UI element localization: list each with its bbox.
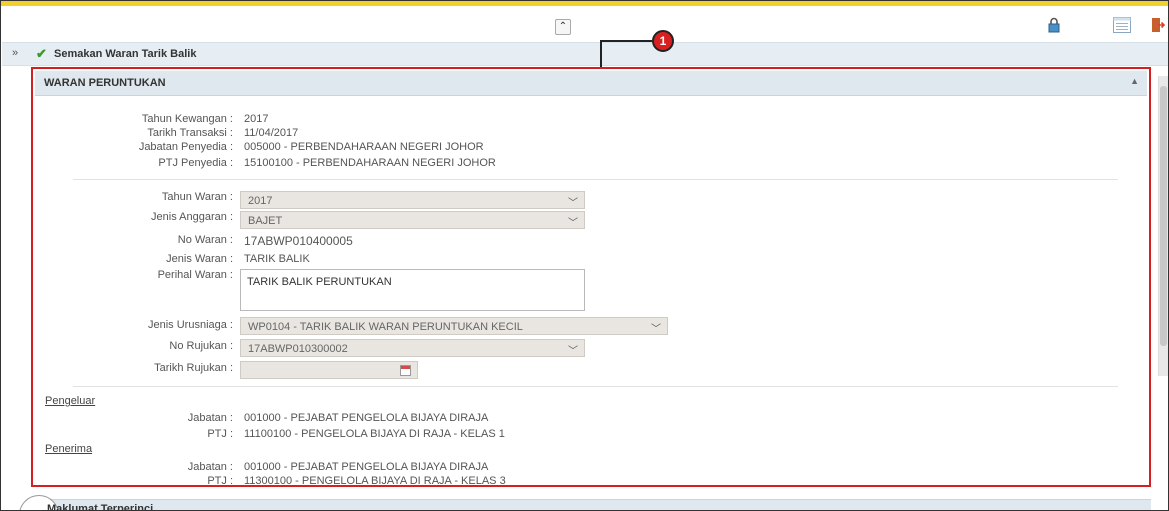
chevron-down-icon: ﹀	[568, 198, 578, 209]
jenis-waran-value: TARIK BALIK	[244, 253, 310, 265]
no-waran-value: 17ABWP010400005	[244, 234, 353, 248]
tahun-kewangan-label: Tahun Kewangan :	[141, 113, 233, 125]
callout-leader-line	[600, 40, 652, 42]
jenis-urusniaga-label: Jenis Urusniaga :	[148, 319, 233, 331]
app-frame: ⌃ » ✔ Semakan Waran Tarik Balik 1 WARAN …	[0, 0, 1169, 511]
lock-icon[interactable]	[1047, 17, 1061, 36]
penerima-ptj-value: 11300100 - PENGELOLA BIJAYA DI RAJA - KE…	[244, 475, 506, 487]
ptj-penyedia-label: PTJ Penyedia :	[158, 157, 233, 169]
penerima-jabatan-label: Jabatan :	[187, 461, 233, 473]
jenis-anggaran-label: Jenis Anggaran :	[151, 211, 233, 223]
scrollbar-thumb[interactable]	[1160, 86, 1167, 346]
collapse-caret-icon[interactable]: ▲	[1130, 76, 1139, 86]
tarikh-rujukan-label: Tarikh Rujukan :	[154, 362, 233, 374]
pengeluar-jabatan-value: 001000 - PEJABAT PENGELOLA BIJAYA DIRAJA	[244, 412, 489, 424]
exit-icon[interactable]	[1151, 17, 1166, 36]
calendar-icon[interactable]	[400, 365, 411, 376]
panel-title: WARAN PERUNTUKAN	[44, 77, 166, 89]
penerima-jabatan-value: 001000 - PEJABAT PENGELOLA BIJAYA DIRAJA	[244, 461, 489, 473]
ptj-penyedia-value: 15100100 - PERBENDAHARAAN NEGERI JOHOR	[244, 157, 496, 169]
jenis-urusniaga-select[interactable]: WP0104 - TARIK BALIK WARAN PERUNTUKAN KE…	[240, 317, 668, 335]
chevron-down-icon: ﹀	[568, 218, 578, 229]
tahun-waran-select[interactable]: 2017 ﹀	[240, 191, 585, 209]
maklumat-terperinci-header[interactable]: Maklumat Terperinci	[19, 495, 1151, 511]
breadcrumb: » ✔ Semakan Waran Tarik Balik	[2, 42, 1168, 66]
jenis-waran-label: Jenis Waran :	[166, 253, 233, 265]
divider	[73, 386, 1118, 387]
jenis-anggaran-select[interactable]: BAJET ﹀	[240, 211, 585, 229]
no-waran-label: No Waran :	[177, 234, 233, 246]
perihal-waran-textarea[interactable]: TARIK BALIK PERUNTUKAN	[240, 269, 585, 311]
list-icon[interactable]	[1113, 17, 1131, 36]
check-icon: ✔	[36, 46, 47, 61]
pengeluar-ptj-label: PTJ :	[207, 428, 233, 440]
tahun-waran-label: Tahun Waran :	[161, 191, 233, 203]
waran-peruntukan-panel: WARAN PERUNTUKAN ▲ Tahun Kewangan : 2017…	[31, 67, 1151, 487]
callout-marker: 1	[652, 30, 674, 52]
no-rujukan-value: 17ABWP010300002	[248, 343, 348, 355]
page-title: Semakan Waran Tarik Balik	[54, 48, 197, 60]
penerima-heading: Penerima	[45, 443, 93, 455]
tarikh-transaksi-label: Tarikh Transaksi :	[147, 127, 233, 139]
jabatan-penyedia-value: 005000 - PERBENDAHARAAN NEGERI JOHOR	[244, 141, 484, 153]
tarikh-rujukan-input[interactable]	[240, 361, 418, 379]
vertical-scrollbar[interactable]	[1158, 76, 1168, 376]
jabatan-penyedia-label: Jabatan Penyedia :	[138, 141, 233, 153]
perihal-waran-label: Perihal Waran :	[157, 269, 233, 281]
pengeluar-heading: Pengeluar	[45, 395, 96, 407]
no-rujukan-select[interactable]: 17ABWP010300002 ﹀	[240, 339, 585, 357]
tahun-waran-value: 2017	[248, 195, 273, 207]
chevron-down-icon: ﹀	[651, 324, 661, 335]
tarikh-transaksi-value: 11/04/2017	[244, 127, 299, 139]
chevron-down-icon: ﹀	[568, 346, 578, 357]
callout-leader-line	[600, 40, 602, 68]
panel-header[interactable]: WARAN PERUNTUKAN ▲	[35, 71, 1147, 96]
top-toolbar: ⌃	[1, 6, 1168, 42]
collapse-header-button[interactable]: ⌃	[555, 19, 571, 35]
jenis-urusniaga-value: WP0104 - TARIK BALIK WARAN PERUNTUKAN KE…	[248, 321, 523, 333]
no-rujukan-label: No Rujukan :	[169, 340, 233, 352]
jenis-anggaran-value: BAJET	[248, 215, 283, 227]
penerima-ptj-label: PTJ :	[207, 475, 233, 487]
pengeluar-jabatan-label: Jabatan :	[187, 412, 233, 424]
divider	[73, 179, 1118, 180]
maklumat-terperinci-title: Maklumat Terperinci	[47, 503, 154, 511]
expand-sidebar-button[interactable]: »	[12, 47, 18, 59]
tahun-kewangan-value: 2017	[244, 113, 269, 125]
pengeluar-ptj-value: 11100100 - PENGELOLA BIJAYA DI RAJA - KE…	[244, 428, 505, 440]
